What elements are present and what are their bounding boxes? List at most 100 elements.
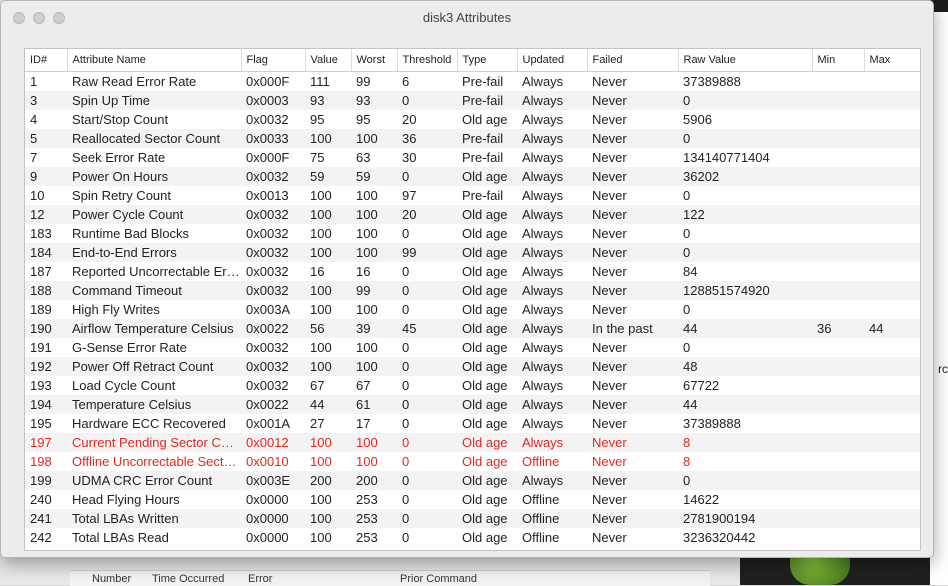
cell-raw-value: 36202: [678, 167, 812, 186]
table-row[interactable]: 4 Start/Stop Count 0x0032 95 95 20 Old age Alwa…: [25, 110, 920, 129]
cell-worst: 16: [356, 264, 371, 279]
table-row[interactable]: 191 G-Sense Error Rate 0x0032 100 100 0 Old ag…: [25, 338, 920, 357]
table-row[interactable]: 240 Head Flying Hours 0x0000 100 253 0 Old age…: [25, 490, 920, 509]
cell-threshold: 6: [402, 74, 410, 89]
cell-worst: 100: [351, 357, 397, 376]
cell-threshold: 0: [397, 167, 457, 186]
column-header-raw-value[interactable]: Raw Value: [678, 49, 813, 72]
cell-value: 95: [310, 112, 325, 127]
cell-id: 242: [30, 530, 52, 545]
cell-failed: Never: [587, 281, 678, 300]
column-header-threshold[interactable]: Threshold: [397, 49, 458, 72]
cell-flag: 0x0032: [246, 226, 289, 241]
cell-type: Old age: [462, 340, 508, 355]
cell-threshold: 0: [402, 340, 410, 355]
cell-type: Old age: [462, 416, 508, 431]
title-bar[interactable]: disk3 Attributes: [1, 1, 933, 35]
table-row[interactable]: 10 Spin Retry Count 0x0013 100 100 97 Pre-fail…: [25, 186, 920, 205]
column-header-updated[interactable]: Updated: [517, 49, 588, 72]
cell-worst: 100: [351, 205, 397, 224]
table-row[interactable]: 190 Airflow Temperature Celsius 0x0022 56 39…: [25, 319, 920, 338]
cell-type: Old age: [457, 357, 517, 376]
column-header-max[interactable]: Max: [864, 49, 920, 72]
table-row[interactable]: 241 Total LBAs Written 0x0000 100 253 0 Old ag…: [25, 509, 920, 528]
cell-raw-value: 14622: [683, 492, 720, 507]
cell-id: 194: [25, 395, 67, 414]
cell-max: [864, 129, 920, 148]
bg-col-number: Number: [92, 573, 132, 585]
cell-threshold: 20: [402, 112, 417, 127]
cell-flag: 0x0032: [246, 264, 289, 279]
table-row[interactable]: 5 Reallocated Sector Count 0x0033 100 100 36 P…: [25, 129, 920, 148]
table-row[interactable]: 199 UDMA CRC Error Count 0x003E 200 200 0 Old …: [25, 471, 920, 490]
table-row[interactable]: 9 Power On Hours 0x0032 59 59 0 Old age Always N…: [25, 167, 920, 186]
column-header-attribute-name[interactable]: Attribute Name: [67, 49, 242, 72]
cell-threshold: 0: [397, 357, 457, 376]
cell-updated: Always: [517, 395, 587, 414]
cell-attribute-name: Power Off Retract Count: [67, 357, 241, 376]
cell-type: Old age: [462, 264, 508, 279]
table-row[interactable]: 198 Offline Uncorrectable Sector Count 0x0…: [25, 452, 920, 471]
cell-raw-value: 8: [683, 454, 691, 469]
table-row[interactable]: 184 End-to-End Errors 0x0032 100 100 99 Old ag…: [25, 243, 920, 262]
column-header-value[interactable]: Value: [305, 49, 352, 72]
background-error-table-header: Number Time Occurred Error Prior Command: [70, 570, 710, 586]
attributes-window: disk3 Attributes ID# Attribute Name Flag…: [0, 0, 934, 558]
table-row[interactable]: 188 Command Timeout 0x0032 100 99 0 Old age Alw…: [25, 281, 920, 300]
cell-raw-value: 3236320442: [683, 530, 756, 545]
table-row[interactable]: 1 Raw Read Error Rate 0x000F 111 99 6 Pre-fail…: [25, 72, 920, 92]
cell-max: [864, 357, 920, 376]
column-header-flag[interactable]: Flag: [241, 49, 306, 72]
column-header-min[interactable]: Min: [812, 49, 865, 72]
cell-flag: 0x0003: [241, 91, 305, 110]
cell-min: [812, 281, 864, 300]
cell-value: 100: [305, 243, 351, 262]
column-header-worst[interactable]: Worst: [351, 49, 398, 72]
cell-max: 44: [864, 319, 920, 338]
table-row[interactable]: 192 Power Off Retract Count 0x0032 100 100 0 O…: [25, 357, 920, 376]
cell-max: [864, 186, 920, 205]
cell-failed: Never: [592, 454, 627, 469]
cell-updated: Offline: [522, 454, 560, 469]
cell-failed: Never: [592, 378, 627, 393]
cell-threshold: 0: [402, 416, 410, 431]
table-row[interactable]: 7 Seek Error Rate 0x000F 75 63 30 Pre-fail Alwa…: [25, 148, 920, 167]
table-row[interactable]: 183 Runtime Bad Blocks 0x0032 100 100 0 Old ag…: [25, 224, 920, 243]
cell-raw-value: 0: [678, 243, 812, 262]
table-row[interactable]: 12 Power Cycle Count 0x0032 100 100 20 Old age…: [25, 205, 920, 224]
cell-min: [812, 357, 864, 376]
cell-updated: Always: [522, 264, 564, 279]
table-row[interactable]: 187 Reported Uncorrectable Errors 0x0032 16…: [25, 262, 920, 281]
cell-updated: Always: [517, 281, 587, 300]
cell-type: Old age: [457, 319, 517, 338]
cell-max: [864, 205, 920, 224]
cell-raw-value: 8: [678, 433, 812, 452]
cell-threshold: 0: [397, 91, 457, 110]
cell-attribute-name: End-to-End Errors: [67, 243, 241, 262]
column-header-id[interactable]: ID#: [25, 49, 68, 72]
table-row[interactable]: 195 Hardware ECC Recovered 0x001A 27 17 0 Old …: [25, 414, 920, 433]
cell-threshold: 45: [397, 319, 457, 338]
cell-raw-value: 0: [683, 302, 691, 317]
attributes-table-container[interactable]: ID# Attribute Name Flag Value Worst Thre…: [24, 48, 921, 551]
table-row[interactable]: 193 Load Cycle Count 0x0032 67 67 0 Old age Alw…: [25, 376, 920, 395]
cell-value: 100: [310, 188, 332, 203]
cell-max: [864, 91, 920, 110]
cell-updated: Always: [522, 74, 564, 89]
table-row[interactable]: 197 Current Pending Sector Count 0x0012 100…: [25, 433, 920, 452]
table-row[interactable]: 3 Spin Up Time 0x0003 93 93 0 Pre-fail Always Ne…: [25, 91, 920, 110]
cell-type: Pre-fail: [462, 150, 504, 165]
cell-max: [864, 224, 920, 243]
cell-min: [812, 205, 864, 224]
table-row[interactable]: 189 High Fly Writes 0x003A 100 100 0 Old age Al…: [25, 300, 920, 319]
cell-max: [864, 528, 920, 547]
column-header-failed[interactable]: Failed: [587, 49, 679, 72]
cell-threshold: 0: [402, 530, 410, 545]
cell-value: 100: [310, 492, 332, 507]
table-row[interactable]: 242 Total LBAs Read 0x0000 100 253 0 Old age Of…: [25, 528, 920, 547]
cell-max: [864, 433, 920, 452]
cell-raw-value: 128851574920: [678, 281, 812, 300]
column-header-type[interactable]: Type: [457, 49, 518, 72]
table-row[interactable]: 194 Temperature Celsius 0x0022 44 61 0 Old age…: [25, 395, 920, 414]
cell-flag: 0x001A: [246, 416, 291, 431]
